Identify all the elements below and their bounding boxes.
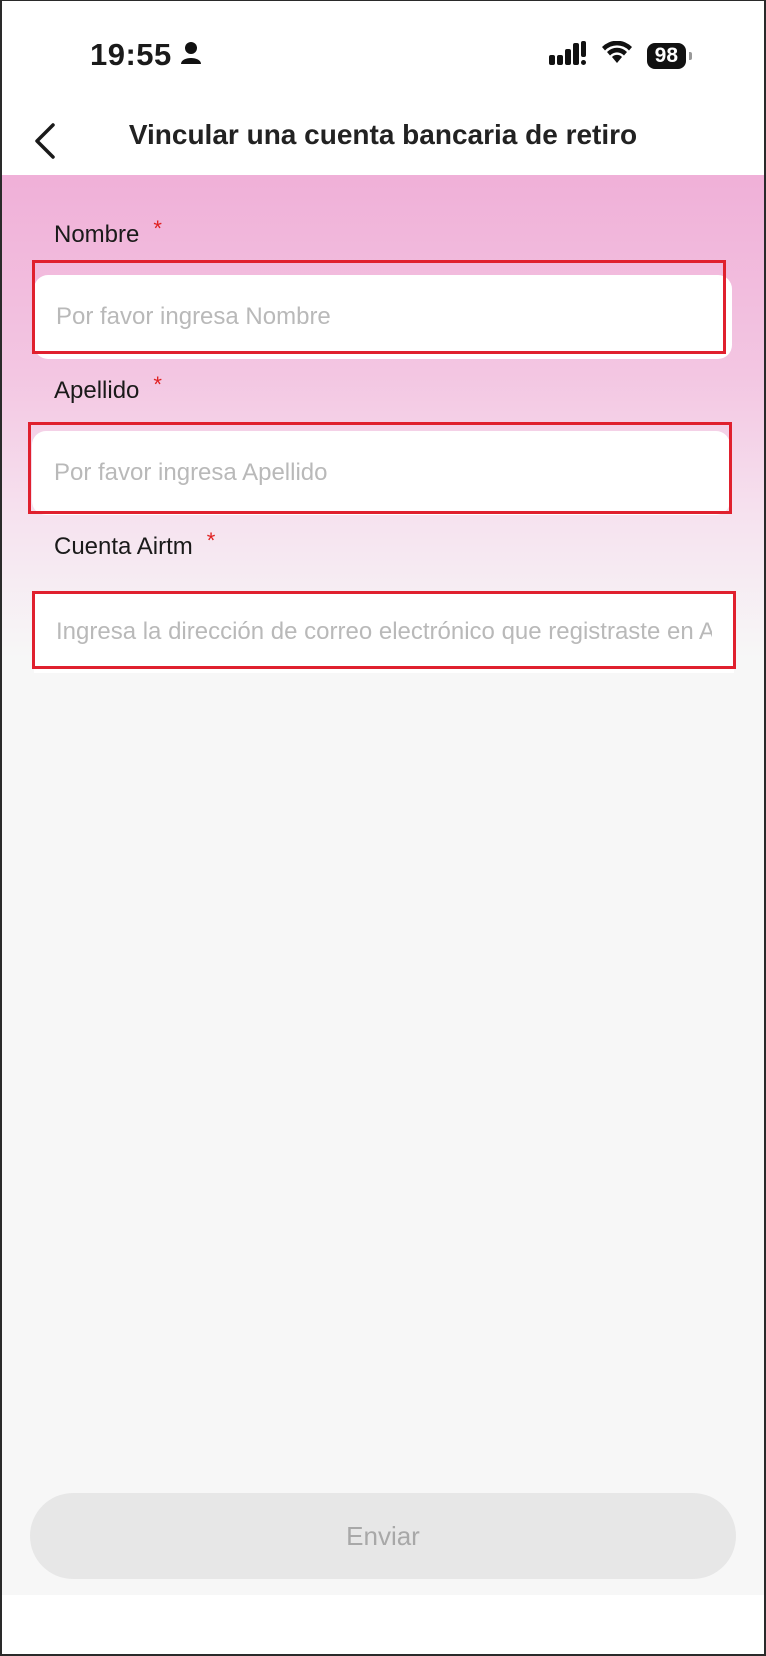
required-mark: *	[153, 216, 162, 241]
status-icons: 98	[548, 40, 693, 70]
required-mark: *	[153, 372, 162, 397]
wifi-icon	[601, 40, 633, 70]
airtm-account-field[interactable]	[34, 591, 734, 673]
person-icon	[180, 37, 202, 73]
bottom-safe-area	[2, 1595, 764, 1654]
status-time-group: 19:55	[90, 37, 202, 73]
page-title: Vincular una cuenta bancaria de retiro	[128, 119, 638, 150]
first-name-label-text: Nombre	[54, 221, 140, 248]
last-name-input[interactable]	[54, 459, 708, 487]
last-name-label-text: Apellido	[54, 377, 140, 404]
airtm-account-label-text: Cuenta Airtm	[54, 533, 193, 560]
last-name-field[interactable]	[32, 431, 730, 515]
airtm-account-input[interactable]	[56, 618, 712, 646]
status-bar: 19:55 98	[2, 1, 764, 111]
submit-button[interactable]: Enviar	[30, 1493, 736, 1579]
form-area: Nombre * Apellido * Cuenta Airtm *	[2, 175, 764, 1595]
cellular-signal-icon	[548, 41, 587, 70]
status-time: 19:55	[90, 37, 172, 72]
last-name-label: Apellido *	[54, 372, 162, 405]
nav-bar: Vincular una cuenta bancaria de retiro	[2, 111, 764, 175]
airtm-account-label: Cuenta Airtm *	[54, 528, 215, 561]
battery-indicator: 98	[646, 42, 693, 69]
first-name-field[interactable]	[34, 275, 732, 359]
first-name-input[interactable]	[56, 303, 710, 331]
required-mark: *	[206, 528, 216, 553]
first-name-label: Nombre *	[54, 216, 162, 249]
app-screen: 19:55 98 Vincular una cuenta bancaria de…	[0, 0, 766, 1656]
